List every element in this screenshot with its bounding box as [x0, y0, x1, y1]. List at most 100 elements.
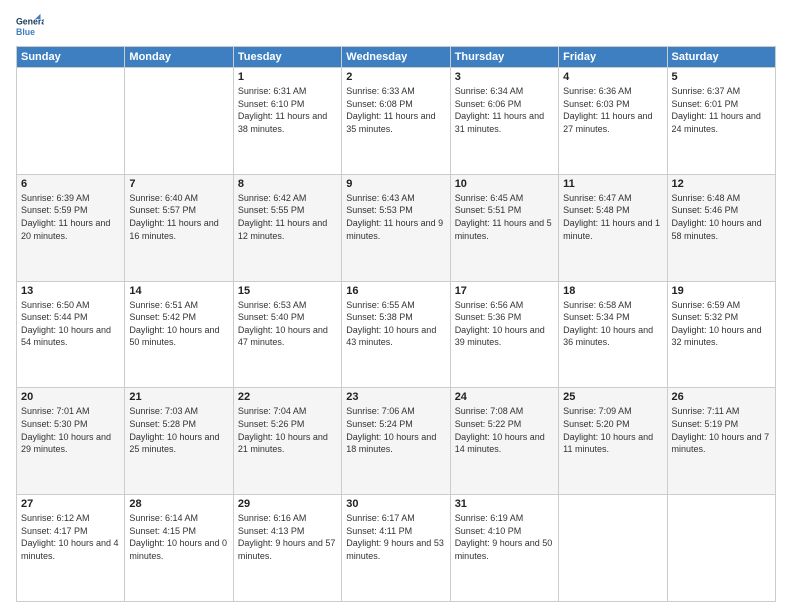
day-number: 18: [563, 285, 662, 297]
day-number: 26: [672, 391, 771, 403]
day-info: Sunrise: 6:59 AM Sunset: 5:32 PM Dayligh…: [672, 299, 771, 349]
day-info: Sunrise: 6:36 AM Sunset: 6:03 PM Dayligh…: [563, 85, 662, 135]
svg-text:Blue: Blue: [16, 27, 35, 37]
calendar-cell: 30 Sunrise: 6:17 AM Sunset: 4:11 PM Dayli…: [342, 495, 450, 602]
day-info: Sunrise: 7:03 AM Sunset: 5:28 PM Dayligh…: [129, 405, 228, 455]
calendar-week-row: 27 Sunrise: 6:12 AM Sunset: 4:17 PM Dayli…: [17, 495, 776, 602]
calendar-cell: 13 Sunrise: 6:50 AM Sunset: 5:44 PM Dayli…: [17, 281, 125, 388]
day-info: Sunrise: 6:14 AM Sunset: 4:15 PM Dayligh…: [129, 512, 228, 562]
weekday-header: Sunday: [17, 47, 125, 68]
day-number: 1: [238, 71, 337, 83]
day-info: Sunrise: 6:17 AM Sunset: 4:11 PM Dayligh…: [346, 512, 445, 562]
day-number: 20: [21, 391, 120, 403]
day-info: Sunrise: 6:50 AM Sunset: 5:44 PM Dayligh…: [21, 299, 120, 349]
calendar-cell: 31 Sunrise: 6:19 AM Sunset: 4:10 PM Dayli…: [450, 495, 558, 602]
calendar-cell: [559, 495, 667, 602]
day-info: Sunrise: 6:31 AM Sunset: 6:10 PM Dayligh…: [238, 85, 337, 135]
day-info: Sunrise: 6:42 AM Sunset: 5:55 PM Dayligh…: [238, 192, 337, 242]
day-number: 31: [455, 498, 554, 510]
calendar-cell: 16 Sunrise: 6:55 AM Sunset: 5:38 PM Dayli…: [342, 281, 450, 388]
day-info: Sunrise: 6:56 AM Sunset: 5:36 PM Dayligh…: [455, 299, 554, 349]
day-info: Sunrise: 6:34 AM Sunset: 6:06 PM Dayligh…: [455, 85, 554, 135]
weekday-header: Wednesday: [342, 47, 450, 68]
calendar-cell: 12 Sunrise: 6:48 AM Sunset: 5:46 PM Dayli…: [667, 174, 775, 281]
calendar-cell: 29 Sunrise: 6:16 AM Sunset: 4:13 PM Dayli…: [233, 495, 341, 602]
calendar-cell: 23 Sunrise: 7:06 AM Sunset: 5:24 PM Dayli…: [342, 388, 450, 495]
calendar-cell: 14Sunrise: 6:51 AM Sunset: 5:42 PM Dayli…: [125, 281, 233, 388]
day-info: Sunrise: 6:48 AM Sunset: 5:46 PM Dayligh…: [672, 192, 771, 242]
day-info: Sunrise: 6:39 AM Sunset: 5:59 PM Dayligh…: [21, 192, 120, 242]
header: General Blue: [16, 12, 776, 40]
day-info: Sunrise: 6:19 AM Sunset: 4:10 PM Dayligh…: [455, 512, 554, 562]
day-number: 21: [129, 391, 228, 403]
calendar-week-row: 13 Sunrise: 6:50 AM Sunset: 5:44 PM Dayli…: [17, 281, 776, 388]
weekday-header: Saturday: [667, 47, 775, 68]
calendar-week-row: 1 Sunrise: 6:31 AM Sunset: 6:10 PM Daylig…: [17, 68, 776, 175]
calendar-cell: 1 Sunrise: 6:31 AM Sunset: 6:10 PM Daylig…: [233, 68, 341, 175]
day-number: 13: [21, 285, 120, 297]
day-info: Sunrise: 7:04 AM Sunset: 5:26 PM Dayligh…: [238, 405, 337, 455]
day-info: Sunrise: 7:11 AM Sunset: 5:19 PM Dayligh…: [672, 405, 771, 455]
day-info: Sunrise: 7:08 AM Sunset: 5:22 PM Dayligh…: [455, 405, 554, 455]
day-number: 10: [455, 178, 554, 190]
day-number: 7: [129, 178, 228, 190]
day-info: Sunrise: 6:33 AM Sunset: 6:08 PM Dayligh…: [346, 85, 445, 135]
day-number: 29: [238, 498, 337, 510]
calendar-cell: 28 Sunrise: 6:14 AM Sunset: 4:15 PM Dayli…: [125, 495, 233, 602]
day-info: Sunrise: 6:51 AM Sunset: 5:42 PM Dayligh…: [129, 299, 228, 349]
calendar-cell: 3 Sunrise: 6:34 AM Sunset: 6:06 PM Daylig…: [450, 68, 558, 175]
day-number: 11: [563, 178, 662, 190]
calendar-cell: 26 Sunrise: 7:11 AM Sunset: 5:19 PM Dayli…: [667, 388, 775, 495]
day-info: Sunrise: 6:43 AM Sunset: 5:53 PM Dayligh…: [346, 192, 445, 242]
day-number: 23: [346, 391, 445, 403]
day-info: Sunrise: 6:45 AM Sunset: 5:51 PM Dayligh…: [455, 192, 554, 242]
calendar-cell: 9 Sunrise: 6:43 AM Sunset: 5:53 PM Daylig…: [342, 174, 450, 281]
day-info: Sunrise: 6:55 AM Sunset: 5:38 PM Dayligh…: [346, 299, 445, 349]
calendar-cell: [667, 495, 775, 602]
day-number: 9: [346, 178, 445, 190]
day-info: Sunrise: 6:58 AM Sunset: 5:34 PM Dayligh…: [563, 299, 662, 349]
calendar-cell: 22 Sunrise: 7:04 AM Sunset: 5:26 PM Dayli…: [233, 388, 341, 495]
calendar-cell: 7 Sunrise: 6:40 AM Sunset: 5:57 PM Daylig…: [125, 174, 233, 281]
day-number: 16: [346, 285, 445, 297]
calendar-cell: 25 Sunrise: 7:09 AM Sunset: 5:20 PM Dayli…: [559, 388, 667, 495]
day-number: 30: [346, 498, 445, 510]
calendar-cell: 20Sunrise: 7:01 AM Sunset: 5:30 PM Dayli…: [17, 388, 125, 495]
day-number: 28: [129, 498, 228, 510]
day-info: Sunrise: 6:12 AM Sunset: 4:17 PM Dayligh…: [21, 512, 120, 562]
calendar-week-row: 6 Sunrise: 6:39 AM Sunset: 5:59 PM Daylig…: [17, 174, 776, 281]
day-info: Sunrise: 6:40 AM Sunset: 5:57 PM Dayligh…: [129, 192, 228, 242]
calendar-cell: 15Sunrise: 6:53 AM Sunset: 5:40 PM Dayli…: [233, 281, 341, 388]
day-info: Sunrise: 7:09 AM Sunset: 5:20 PM Dayligh…: [563, 405, 662, 455]
day-info: Sunrise: 6:16 AM Sunset: 4:13 PM Dayligh…: [238, 512, 337, 562]
calendar-cell: 5Sunrise: 6:37 AM Sunset: 6:01 PM Daylig…: [667, 68, 775, 175]
day-number: 2: [346, 71, 445, 83]
calendar-cell: 19Sunrise: 6:59 AM Sunset: 5:32 PM Dayli…: [667, 281, 775, 388]
calendar-cell: 8 Sunrise: 6:42 AM Sunset: 5:55 PM Daylig…: [233, 174, 341, 281]
calendar-cell: 27 Sunrise: 6:12 AM Sunset: 4:17 PM Dayli…: [17, 495, 125, 602]
day-number: 27: [21, 498, 120, 510]
day-info: Sunrise: 7:06 AM Sunset: 5:24 PM Dayligh…: [346, 405, 445, 455]
calendar-cell: 10 Sunrise: 6:45 AM Sunset: 5:51 PM Dayli…: [450, 174, 558, 281]
day-number: 15: [238, 285, 337, 297]
day-number: 8: [238, 178, 337, 190]
day-number: 25: [563, 391, 662, 403]
logo: General Blue: [16, 12, 48, 40]
day-number: 6: [21, 178, 120, 190]
calendar-cell: 18 Sunrise: 6:58 AM Sunset: 5:34 PM Dayli…: [559, 281, 667, 388]
day-number: 24: [455, 391, 554, 403]
calendar-cell: 11 Sunrise: 6:47 AM Sunset: 5:48 PM Dayli…: [559, 174, 667, 281]
calendar-header-row: SundayMondayTuesdayWednesdayThursdayFrid…: [17, 47, 776, 68]
day-number: 4: [563, 71, 662, 83]
day-number: 5: [672, 71, 771, 83]
logo-icon: General Blue: [16, 12, 44, 40]
day-info: Sunrise: 6:47 AM Sunset: 5:48 PM Dayligh…: [563, 192, 662, 242]
weekday-header: Tuesday: [233, 47, 341, 68]
calendar-cell: 4 Sunrise: 6:36 AM Sunset: 6:03 PM Daylig…: [559, 68, 667, 175]
day-number: 3: [455, 71, 554, 83]
calendar-cell: 24 Sunrise: 7:08 AM Sunset: 5:22 PM Dayli…: [450, 388, 558, 495]
day-number: 12: [672, 178, 771, 190]
day-number: 22: [238, 391, 337, 403]
calendar-cell: [17, 68, 125, 175]
calendar-week-row: 20Sunrise: 7:01 AM Sunset: 5:30 PM Dayli…: [17, 388, 776, 495]
